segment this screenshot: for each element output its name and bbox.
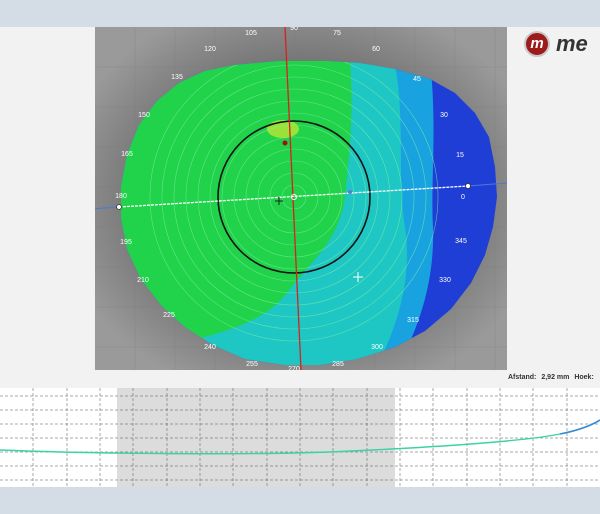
angle-label: 210 — [137, 277, 149, 284]
angle-label: 285 — [332, 361, 344, 368]
measurement-readout: Afstand: 2,92 mm Hoek: — [508, 374, 597, 381]
angle-label: 300 — [371, 344, 383, 351]
angle-label: 75 — [333, 30, 341, 37]
angle-label: Hoek: — [574, 374, 594, 381]
angle-label: 315 — [407, 317, 419, 324]
angle-label: 105 — [245, 30, 257, 37]
corneal-topography-map[interactable]: 90 105 75 120 60 135 45 150 30 165 15 18… — [95, 27, 507, 370]
angle-label: 150 — [138, 112, 150, 119]
graph-highlight-band — [117, 388, 395, 487]
red-marker-dot — [282, 140, 288, 146]
angle-label: 90 — [290, 27, 298, 32]
profile-graph[interactable] — [0, 388, 600, 487]
angle-label: 345 — [455, 238, 467, 245]
profile-curve-edge — [559, 419, 600, 435]
blue-marker-dot — [348, 190, 352, 194]
angle-label: 0 — [461, 194, 465, 201]
distance-value: 2,92 mm — [541, 374, 570, 381]
angle-label: 45 — [413, 76, 421, 83]
measurement-handle-right[interactable] — [465, 183, 471, 189]
distance-label: Afstand: — [508, 374, 537, 381]
angle-label: 60 — [372, 46, 380, 53]
angle-label: 15 — [456, 152, 464, 159]
angle-label: 135 — [171, 74, 183, 81]
measurement-handle-left[interactable] — [116, 204, 122, 210]
main-panel: 90 105 75 120 60 135 45 150 30 165 15 18… — [0, 27, 600, 487]
logo-text: me — [556, 31, 588, 56]
angle-label: 255 — [246, 361, 258, 368]
angle-label: 30 — [440, 112, 448, 119]
logo-mark: m — [524, 31, 550, 57]
angle-label: 240 — [204, 344, 216, 351]
angle-label: 195 — [120, 239, 132, 246]
angle-label: 165 — [121, 151, 133, 158]
angle-label: 225 — [163, 312, 175, 319]
angle-label: 330 — [439, 277, 451, 284]
angle-label: 180 — [115, 193, 127, 200]
angle-label: 120 — [204, 46, 216, 53]
angle-label: 270 — [288, 366, 300, 370]
